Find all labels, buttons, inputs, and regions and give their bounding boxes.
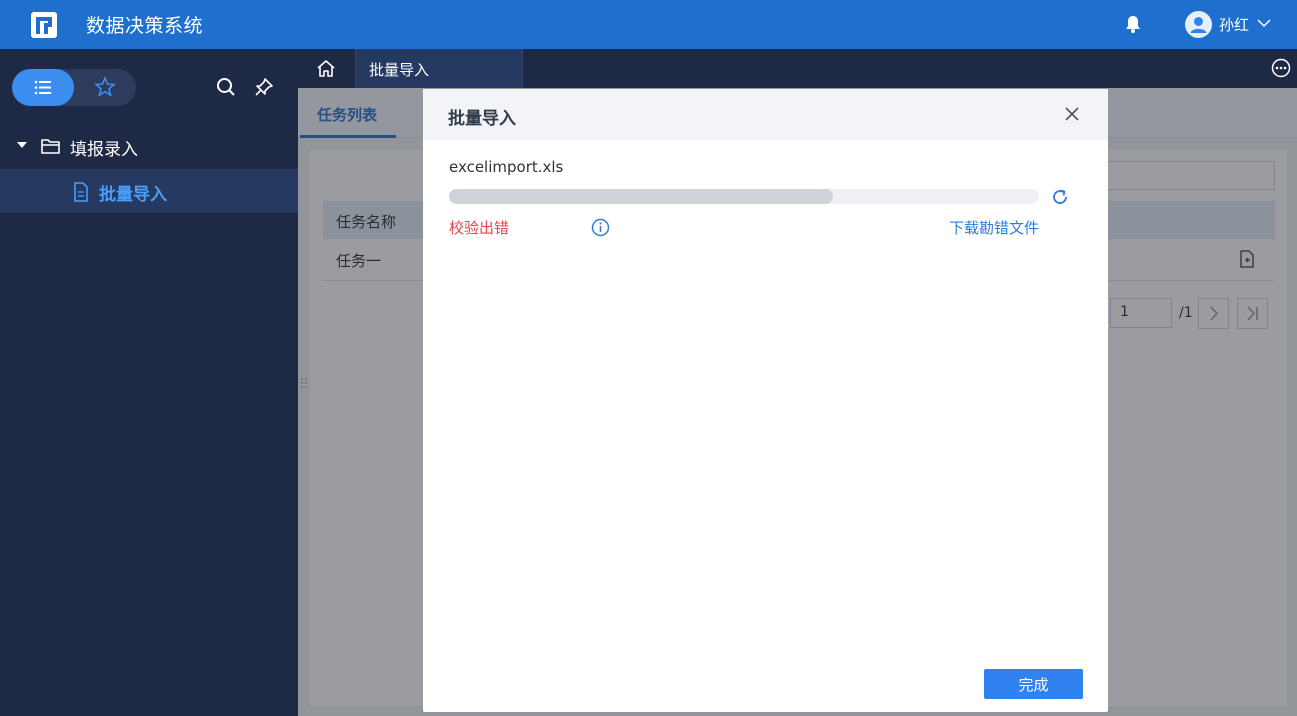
refresh-icon[interactable]: [1050, 187, 1070, 207]
tab-label: 批量导入: [369, 61, 430, 79]
app-title: 数据决策系统: [86, 15, 204, 37]
sidebar-folder-entry[interactable]: 填报录入: [0, 125, 298, 167]
top-bar: 数据决策系统 孙红: [0, 0, 1297, 49]
file-name: excelimport.xls: [449, 158, 564, 176]
dialog-header: 批量导入: [423, 89, 1108, 140]
tab-favorites[interactable]: [74, 69, 136, 106]
info-icon[interactable]: [591, 218, 610, 237]
done-button[interactable]: 完成: [984, 669, 1083, 699]
sidebar-item-batch-import[interactable]: 批量导入: [0, 169, 298, 213]
home-icon[interactable]: [316, 59, 336, 78]
bell-icon[interactable]: [1124, 14, 1142, 34]
sidebar-tabs: [12, 69, 136, 106]
caret-down-icon: [17, 142, 27, 148]
more-options-icon[interactable]: [1271, 58, 1291, 78]
user-icon: [1190, 17, 1207, 33]
sidebar: 填报录入 批量导入: [0, 49, 298, 716]
tab-batch-import[interactable]: 批量导入: [355, 49, 523, 88]
app-logo-icon: [31, 12, 57, 38]
close-icon[interactable]: [1064, 106, 1080, 122]
pin-icon[interactable]: [254, 77, 274, 97]
sidebar-item-label: 批量导入: [99, 185, 167, 205]
upload-progress-bar: [449, 189, 1039, 204]
folder-icon: [41, 139, 60, 154]
user-name[interactable]: 孙红: [1219, 14, 1249, 35]
dialog-title: 批量导入: [448, 109, 516, 129]
chevron-down-icon[interactable]: [1256, 16, 1272, 30]
tab-menu-list[interactable]: [12, 69, 74, 106]
upload-progress-fill: [449, 189, 833, 204]
document-icon: [74, 182, 88, 202]
star-icon: [94, 75, 116, 97]
download-error-file-link[interactable]: 下载勘错文件: [949, 217, 1039, 238]
resize-handle-icon[interactable]: [300, 376, 308, 392]
avatar[interactable]: [1185, 11, 1212, 38]
tab-bar: 批量导入: [298, 49, 1297, 88]
validation-error-status: 校验出错: [449, 219, 510, 237]
sidebar-folder-label: 填报录入: [70, 140, 138, 160]
list-icon: [34, 80, 51, 95]
search-icon[interactable]: [216, 77, 236, 97]
batch-import-dialog: 批量导入 excelimport.xls 校验出错 下载勘错文件 完成: [423, 89, 1108, 712]
